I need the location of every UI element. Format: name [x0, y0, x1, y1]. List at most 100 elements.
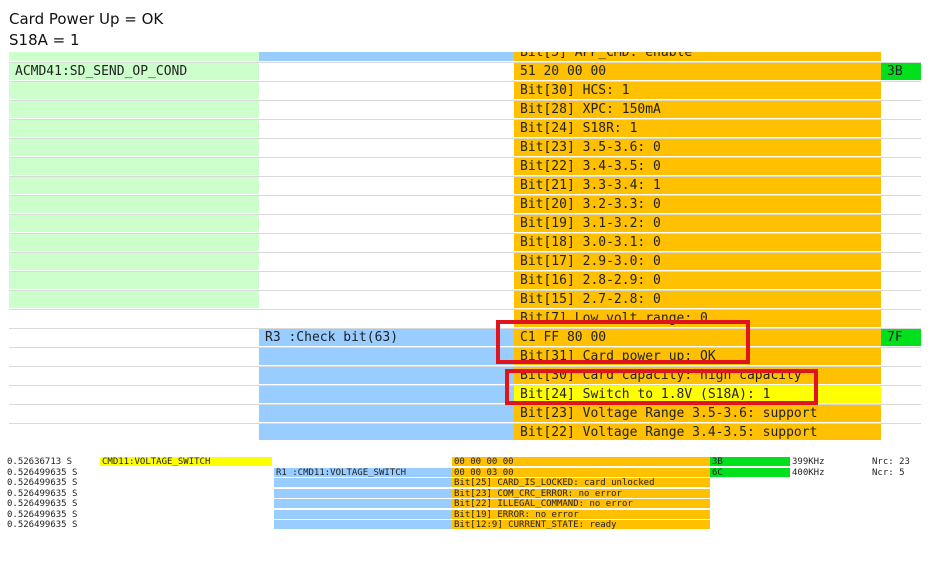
log-row[interactable]: 0.52636713 S CMD11:VOLTAGE_SWITCH 00 00 00… [0, 457, 933, 468]
crc-cell [881, 158, 921, 176]
trace-row[interactable]: Bit[22] 3.4-3.5: 0 [9, 158, 921, 177]
log-row[interactable]: 0.526499635 S Bit[23] COM_CRC_ERROR: no e… [0, 488, 933, 500]
crc-cell [881, 139, 921, 157]
data-cell: Bit[5] APP_CMD: enable [514, 52, 881, 62]
response-cell [259, 367, 514, 385]
command-cell [9, 177, 259, 195]
timestamp-cell: 0.526499635 S [5, 468, 95, 478]
command-cell [100, 510, 272, 520]
data-cell: Bit[12:9] CURRENT_STATE: ready [452, 520, 710, 530]
response-cell [274, 457, 452, 467]
trace-row[interactable]: Bit[23] 3.5-3.6: 0 [9, 139, 921, 158]
frequency-cell [790, 510, 870, 520]
data-cell: Bit[19] ERROR: no error [452, 509, 710, 520]
trace-row[interactable]: Bit[28] XPC: 150mA [9, 101, 921, 120]
response-cell [274, 499, 452, 509]
command-cell [100, 489, 272, 499]
trace-row[interactable]: Bit[20] 3.2-3.3: 0 [9, 196, 921, 215]
crc-cell [881, 82, 921, 100]
crc-cell [881, 272, 921, 290]
trace-row[interactable]: Bit[16] 2.8-2.9: 0 [9, 272, 921, 291]
nrc-cell: Ncr: 5 [870, 468, 930, 478]
trace-row[interactable]: Bit[21] 3.3-3.4: 1 [9, 177, 921, 196]
command-cell [9, 253, 259, 271]
log-row[interactable]: 0.526499635 S Bit[19] ERROR: no error [0, 509, 933, 521]
s18a-highlight-box [505, 369, 818, 405]
command-cell [100, 520, 272, 530]
data-cell: Bit[25] CARD_IS_LOCKED: card unlocked [452, 478, 710, 488]
trace-row[interactable]: Bit[18] 3.0-3.1: 0 [9, 234, 921, 253]
trace-row[interactable]: Bit[7] Low volt range: 0 [9, 310, 921, 329]
response-cell [259, 196, 514, 214]
command-cell [9, 139, 259, 157]
card-power-up-title: Card Power Up = OK [9, 10, 164, 28]
command-cell [9, 120, 259, 138]
trace-row[interactable]: Bit[23] Voltage Range 3.5-3.6: support [9, 405, 921, 424]
frequency-cell [790, 478, 870, 488]
log-row[interactable]: 0.526499635 S R1 :CMD11:VOLTAGE_SWITCH 00 … [0, 467, 933, 479]
log-row[interactable]: 0.526499635 S Bit[22] ILLEGAL_COMMAND: no… [0, 499, 933, 510]
crc-cell [710, 478, 790, 488]
response-cell [259, 215, 514, 233]
nrc-cell [870, 489, 930, 499]
data-cell: Bit[22] 3.4-3.5: 0 [514, 158, 881, 176]
response-cell [259, 253, 514, 271]
response-cell: R3 :Check bit(63) [259, 329, 514, 347]
log-row[interactable]: 0.526499635 S Bit[25] CARD_IS_LOCKED: car… [0, 478, 933, 489]
trace-row[interactable]: R3 :Check bit(63) C1 FF 80 00 7F [9, 329, 921, 348]
trace-row[interactable]: Bit[19] 3.1-3.2: 0 [9, 215, 921, 234]
trace-row[interactable]: Bit[15] 2.7-2.8: 0 [9, 291, 921, 310]
response-cell [259, 139, 514, 157]
command-cell [9, 82, 259, 100]
response-cell [259, 291, 514, 309]
nrc-cell [870, 478, 930, 488]
command-cell [9, 158, 259, 176]
crc-cell [881, 405, 921, 423]
data-cell: Bit[22] Voltage Range 3.4-3.5: support [514, 424, 881, 440]
command-cell [9, 329, 259, 347]
response-cell [259, 310, 514, 328]
trace-row[interactable]: Bit[22] Voltage Range 3.4-3.5: support [9, 424, 921, 440]
frequency-cell [790, 499, 870, 509]
crc-cell [881, 386, 921, 404]
command-cell [9, 348, 259, 366]
log-row[interactable]: 0.526499635 S Bit[12:9] CURRENT_STATE: re… [0, 520, 933, 531]
crc-cell [881, 424, 921, 440]
response-cell [259, 234, 514, 252]
timestamp-cell: 0.526499635 S [5, 478, 95, 488]
frequency-cell: 400KHz [790, 468, 870, 478]
response-cell [259, 177, 514, 195]
crc-cell [710, 520, 790, 530]
response-cell: R1 :CMD11:VOLTAGE_SWITCH [274, 467, 452, 478]
data-cell: Bit[20] 3.2-3.3: 0 [514, 196, 881, 214]
data-cell: Bit[23] 3.5-3.6: 0 [514, 139, 881, 157]
frequency-cell [790, 489, 870, 499]
crc-cell [710, 499, 790, 509]
trace-row[interactable]: Bit[31] Card power up: OK [9, 348, 921, 367]
command-cell [9, 215, 259, 233]
command-cell [9, 234, 259, 252]
timestamp-cell: 0.526499635 S [5, 520, 95, 530]
response-cell [259, 405, 514, 423]
crc-cell [881, 101, 921, 119]
power-up-highlight-box [496, 320, 750, 364]
trace-row[interactable]: Bit[30] HCS: 1 [9, 82, 921, 101]
data-cell: Bit[28] XPC: 150mA [514, 101, 881, 119]
data-cell: Bit[23] COM_CRC_ERROR: no error [452, 488, 710, 499]
command-cell [9, 310, 259, 328]
trace-row[interactable]: Bit[17] 2.9-3.0: 0 [9, 253, 921, 272]
response-cell [274, 488, 452, 499]
response-cell [259, 424, 514, 440]
response-cell [259, 120, 514, 138]
command-cell [9, 196, 259, 214]
data-cell: Bit[17] 2.9-3.0: 0 [514, 253, 881, 271]
trace-row[interactable]: Bit[24] S18R: 1 [9, 120, 921, 139]
command-cell [9, 52, 259, 62]
crc-cell: 3B [881, 63, 921, 81]
trace-row[interactable]: ACMD41:SD_SEND_OP_COND 51 20 00 00 3B [9, 63, 921, 82]
response-cell [259, 101, 514, 119]
nrc-cell: Nrc: 23 [870, 457, 930, 467]
nrc-cell [870, 520, 930, 530]
data-cell: Bit[16] 2.8-2.9: 0 [514, 272, 881, 290]
nrc-cell [870, 510, 930, 520]
